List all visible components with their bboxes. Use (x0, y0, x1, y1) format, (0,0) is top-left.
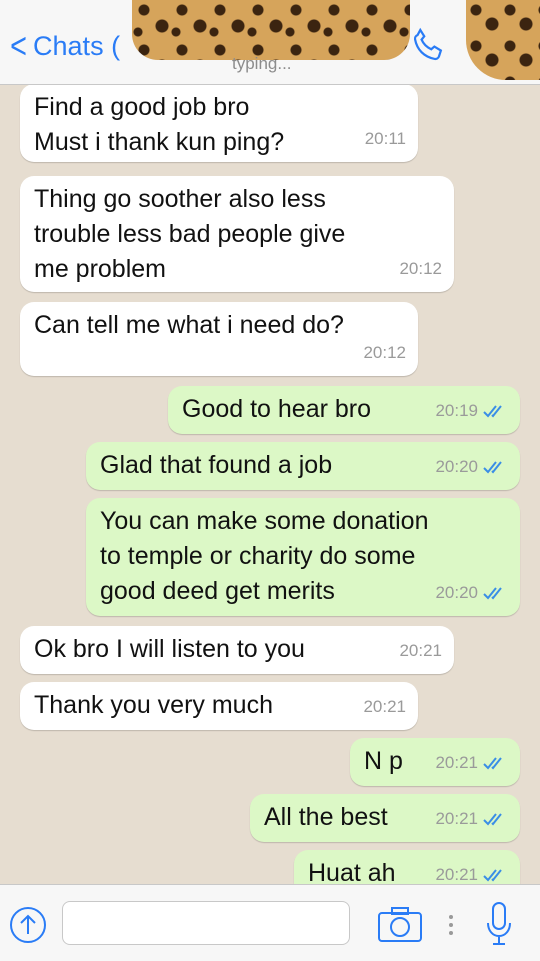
chat-header: < Chats ( typing... (0, 0, 540, 85)
message-time: 20:21 (435, 753, 478, 772)
contact-avatar[interactable] (466, 0, 540, 80)
message-meta: 20:20 (435, 449, 508, 484)
incoming-message-bubble[interactable]: Thing go soother also less trouble less … (20, 176, 454, 292)
message-time: 20:12 (363, 343, 406, 362)
outgoing-message-bubble[interactable]: You can make some donation to temple or … (86, 498, 520, 616)
compose-bar (0, 884, 540, 961)
read-ticks-icon (483, 460, 502, 473)
message-time: 20:19 (435, 401, 478, 420)
message-meta: 20:11 (365, 121, 406, 156)
message-time: 20:21 (435, 865, 478, 884)
message-time: 20:21 (363, 697, 406, 716)
message-time: 20:12 (399, 259, 442, 278)
upload-arrow-icon[interactable] (8, 905, 48, 945)
message-time: 20:21 (435, 809, 478, 828)
message-text: Find a good job bro Must i thank kun pin… (34, 93, 285, 156)
read-ticks-icon (483, 868, 502, 881)
message-text: Can tell me what i need do? (34, 311, 344, 339)
incoming-message-bubble[interactable]: Find a good job bro Must i thank kun pin… (20, 84, 418, 162)
outgoing-message-bubble[interactable]: Glad that found a job 20:20 (86, 442, 520, 490)
read-ticks-icon (483, 756, 502, 769)
message-input[interactable] (62, 901, 350, 945)
incoming-message-bubble[interactable]: Can tell me what i need do? 20:12 (20, 302, 418, 376)
camera-icon[interactable] (376, 905, 424, 945)
incoming-message-bubble[interactable]: Thank you very much 20:21 (20, 682, 418, 730)
message-meta: 20:12 (363, 335, 406, 370)
message-meta: 20:12 (399, 251, 442, 286)
message-text: Ok bro I will listen to you (34, 635, 305, 663)
message-time: 20:20 (435, 457, 478, 476)
contact-name-redaction[interactable] (132, 0, 410, 60)
chevron-left-icon: < (10, 25, 27, 66)
message-time: 20:11 (364, 129, 406, 148)
outgoing-message-bubble[interactable]: Huat ah 20:21 (294, 850, 520, 884)
message-meta: 20:19 (435, 393, 508, 428)
outgoing-message-bubble[interactable]: Good to hear bro 20:19 (168, 386, 520, 434)
outgoing-message-bubble[interactable]: N p 20:21 (350, 738, 520, 786)
vertical-dots-icon[interactable] (446, 907, 456, 943)
message-meta: 20:21 (435, 801, 508, 836)
message-meta: 20:21 (435, 857, 508, 884)
phone-icon[interactable] (410, 26, 448, 64)
back-to-chats-button[interactable]: < Chats ( (8, 26, 120, 66)
message-time: 20:20 (435, 583, 478, 602)
read-ticks-icon (483, 404, 502, 417)
message-text: Thank you very much (34, 691, 273, 719)
contact-status: typing... (232, 54, 292, 73)
read-ticks-icon (483, 812, 502, 825)
message-meta: 20:20 (435, 575, 508, 610)
message-text: Thing go soother also less trouble less … (34, 185, 346, 283)
back-label: Chats ( (33, 30, 121, 61)
microphone-icon[interactable] (484, 901, 514, 947)
incoming-message-bubble[interactable]: Ok bro I will listen to you 20:21 (20, 626, 454, 674)
message-meta: 20:21 (435, 745, 508, 780)
message-meta: 20:21 (363, 689, 406, 724)
message-time: 20:21 (399, 641, 442, 660)
message-meta: 20:21 (399, 633, 442, 668)
read-ticks-icon (483, 586, 502, 599)
outgoing-message-bubble[interactable]: All the best 20:21 (250, 794, 520, 842)
message-list[interactable]: Find a good job bro Must i thank kun pin… (0, 84, 540, 884)
